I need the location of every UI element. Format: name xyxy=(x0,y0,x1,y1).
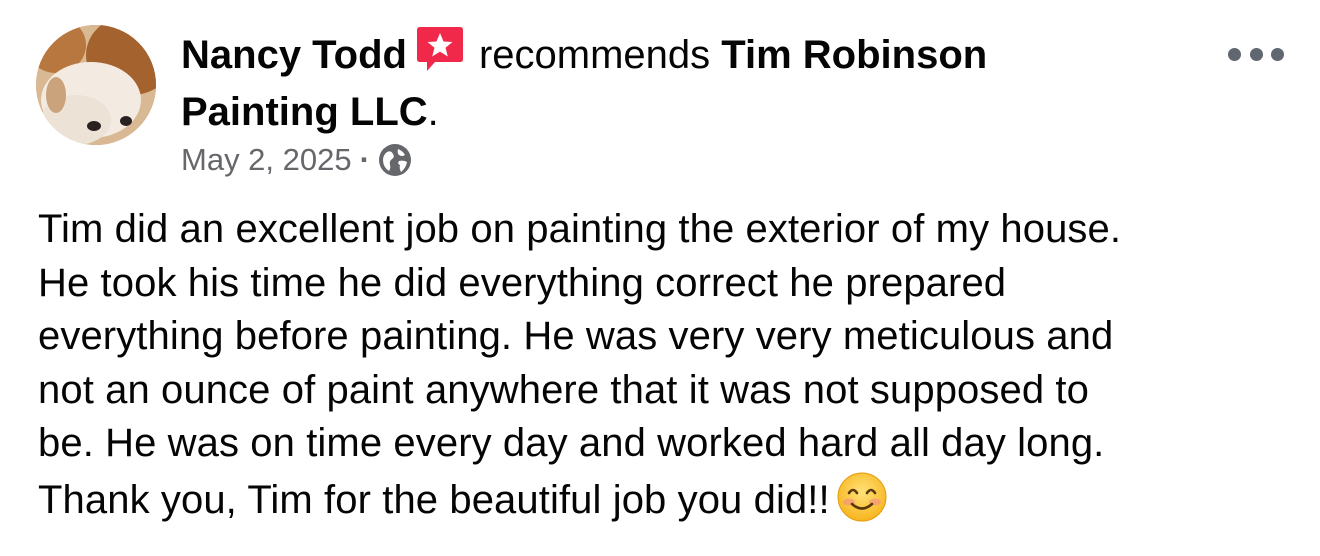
body-line: be. He was on time every day and worked … xyxy=(38,421,1105,465)
smiling-face-emoji xyxy=(837,472,887,521)
more-dot xyxy=(1249,47,1263,61)
recommends-label: recommends xyxy=(478,33,711,77)
author-name[interactable]: Nancy Todd xyxy=(181,33,407,77)
more-options-icon[interactable] xyxy=(1228,44,1284,64)
recommendation-star-icon xyxy=(416,27,463,71)
body-line: everything before painting. He was very … xyxy=(38,314,1114,358)
globe-icon[interactable] xyxy=(378,143,412,177)
avatar[interactable] xyxy=(36,25,156,145)
post-date[interactable]: May 2, 2025 xyxy=(181,140,352,180)
post-meta: May 2, 2025 · xyxy=(181,140,412,180)
body-line: He took his time he did everything corre… xyxy=(38,260,1007,305)
body-line: Thank you, Tim for the beautiful job you… xyxy=(38,477,830,522)
body-last-line: Thank you, Tim for the beautiful job you… xyxy=(38,471,1298,528)
recommendation-post: Nancy Todd recommends Tim Robinson Painti… xyxy=(0,0,1320,556)
page-name-line2[interactable]: Painting LLC xyxy=(181,90,428,134)
post-body: Tim did an excellent job on painting the… xyxy=(38,203,1298,527)
page-name-line1[interactable]: Tim Robinson xyxy=(721,33,987,77)
body-line: Tim did an excellent job on painting the… xyxy=(38,207,1122,251)
meta-separator: · xyxy=(359,142,370,177)
body-line: not an ounce of paint anywhere that it w… xyxy=(38,367,1089,412)
more-dot xyxy=(1271,47,1284,61)
more-dot xyxy=(1228,47,1241,61)
post-header: Nancy Todd recommends Tim Robinson Painti… xyxy=(181,24,1141,141)
page-name-suffix: . xyxy=(427,90,439,134)
avatar-dog-image xyxy=(36,25,156,145)
